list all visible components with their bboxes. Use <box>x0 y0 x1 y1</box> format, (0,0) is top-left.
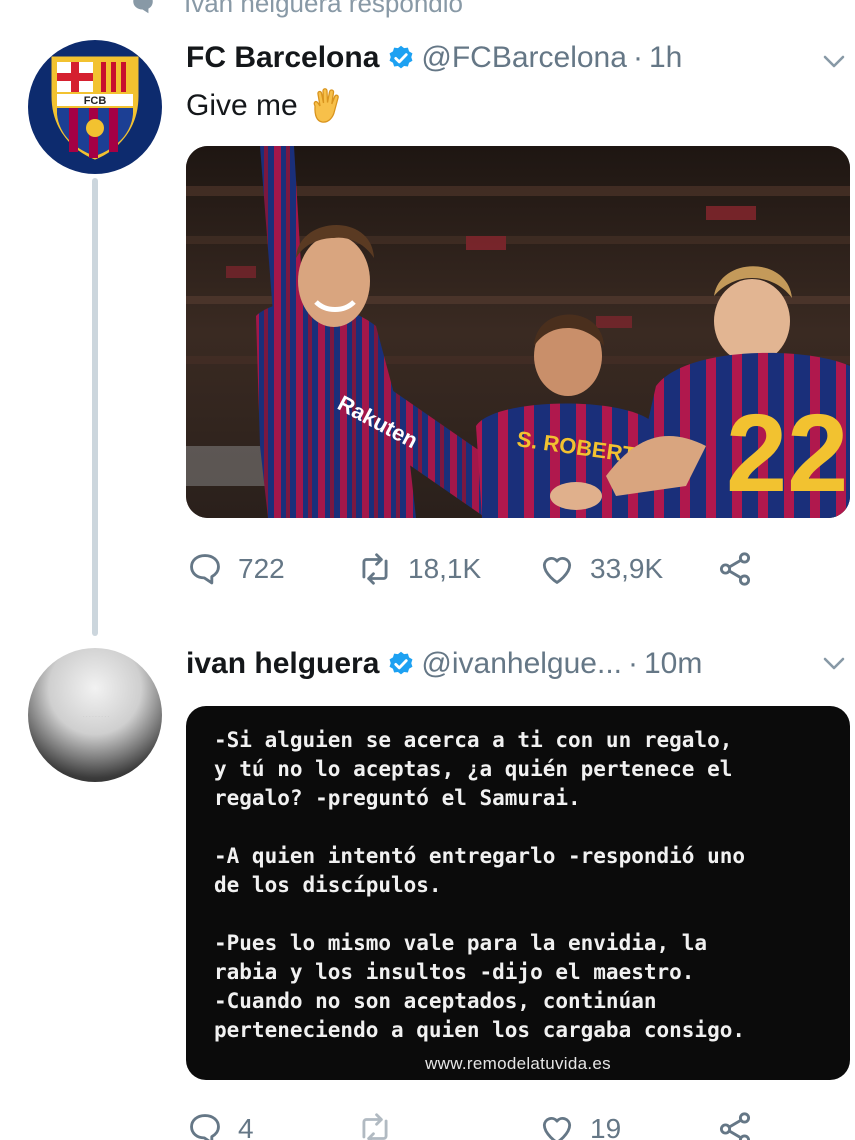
tweet1-actions: 722 18,1K 33,9K <box>186 546 786 592</box>
tweet1-photo[interactable]: Rakuten S. ROBERTO 22 <box>186 146 850 518</box>
chevron-down-icon[interactable] <box>822 656 846 672</box>
like-button[interactable]: 19 <box>538 1110 716 1140</box>
retweet-button[interactable] <box>356 1110 538 1140</box>
retweet-count: 18,1K <box>408 553 482 584</box>
verified-badge-icon <box>389 45 413 69</box>
shirt-number-text: 22 <box>726 392 848 515</box>
share-button[interactable] <box>716 550 768 588</box>
tweet-time[interactable]: 1h <box>649 41 682 75</box>
author-name[interactable]: FC Barcelona <box>186 41 379 75</box>
share-icon <box>719 1112 751 1140</box>
heart-icon <box>542 1117 572 1140</box>
tweet2-header: ivan helguera @ivanhelgue... · 10m <box>186 644 702 684</box>
celebration-photo: Rakuten S. ROBERTO 22 <box>186 146 850 518</box>
tweet2-image[interactable]: -Si alguien se acerca a ti con un regalo… <box>186 706 850 1080</box>
reply-icon <box>133 0 153 14</box>
reply-count: 722 <box>238 553 285 584</box>
tweet2-actions: 4 19 <box>186 1106 786 1140</box>
tweet1-header: FC Barcelona @FCBarcelona · 1h <box>186 38 682 78</box>
quote-watermark: www.remodelatuvida.es <box>425 1054 611 1073</box>
retweet-icon <box>362 1113 388 1140</box>
share-button[interactable] <box>716 1110 768 1140</box>
comment-icon <box>190 554 220 585</box>
author-name[interactable]: ivan helguera <box>186 647 379 681</box>
reply-context-text: Ivan helguera respondió <box>184 0 463 18</box>
reply-count: 4 <box>238 1113 254 1140</box>
separator-dot: · <box>632 41 643 74</box>
reply-context: Ivan helguera respondió <box>130 0 463 20</box>
comment-icon <box>190 1114 220 1140</box>
fcb-avatar[interactable]: FCB <box>28 40 162 174</box>
verified-badge-icon <box>389 651 413 675</box>
avatar-caption: · · · · · · · · · <box>82 714 110 720</box>
like-button[interactable]: 33,9K <box>538 550 716 588</box>
like-count: 33,9K <box>590 553 664 584</box>
crest-letters: FCB <box>84 95 107 107</box>
thread-line <box>92 178 98 636</box>
raised-hand-emoji-icon <box>313 88 339 123</box>
tweet-time[interactable]: 10m <box>644 647 702 681</box>
retweet-icon <box>362 553 388 585</box>
fcb-crest-icon: FCB <box>51 56 139 160</box>
heart-icon <box>542 557 572 584</box>
share-icon <box>719 552 751 586</box>
author-handle[interactable]: @ivanhelgue... <box>421 647 622 681</box>
quote-text: -Si alguien se acerca a ti con un regalo… <box>214 728 746 1042</box>
tweet1-body: Give me <box>186 86 346 126</box>
chevron-down-icon[interactable] <box>822 54 846 70</box>
separator-dot: · <box>628 647 638 680</box>
retweet-button[interactable]: 18,1K <box>356 550 538 588</box>
tweet-text: Give me <box>186 89 298 122</box>
reply-button[interactable]: 4 <box>186 1110 356 1140</box>
reply-button[interactable]: 722 <box>186 550 356 588</box>
ivan-avatar[interactable]: · · · · · · · · · <box>28 648 162 782</box>
author-handle[interactable]: @FCBarcelona <box>421 41 627 75</box>
like-count: 19 <box>590 1113 622 1140</box>
